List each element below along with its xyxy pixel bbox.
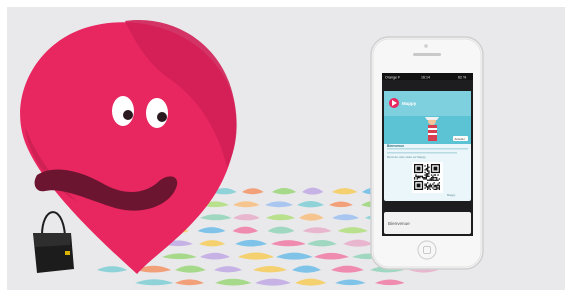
pebble: [253, 266, 288, 273]
pebble: [199, 240, 226, 247]
iphone-device: [370, 36, 484, 270]
pebble: [332, 188, 358, 195]
pebble: [97, 266, 128, 273]
pebble: [307, 240, 337, 247]
pebble: [215, 278, 252, 286]
pebble: [232, 226, 259, 234]
pebble: [343, 239, 373, 247]
pebble: [272, 187, 297, 195]
welcome-text: Merci de votre visite sur Mappy.: [387, 155, 426, 159]
pebble: [197, 227, 226, 234]
pebble: [292, 265, 321, 273]
status-time: 16:14: [421, 76, 430, 80]
pebble: [200, 252, 230, 260]
pebble: [238, 252, 274, 260]
pebble: [314, 252, 349, 260]
pebble: [233, 201, 260, 208]
pebble: [337, 227, 368, 234]
notification-text: Bienvenue: [388, 221, 410, 226]
pebble: [271, 240, 306, 247]
pass-badge: Accéder: [455, 137, 465, 141]
promo-illustration: Orange F 16:14 62 % Mappy Accéder Bienve…: [7, 7, 565, 290]
pebble: [302, 227, 332, 234]
pebble: [375, 279, 405, 286]
pebble: [255, 278, 291, 286]
pebble: [200, 214, 232, 221]
qr-caption: Mappy: [447, 193, 456, 197]
pebble: [214, 266, 243, 273]
map-pin-mascot: [20, 20, 237, 275]
pebble: [233, 213, 260, 221]
pebble: [335, 279, 366, 286]
pebble: [295, 278, 327, 286]
pebble: [331, 265, 364, 273]
pebble: [234, 239, 268, 247]
welcome-heading: Bienvenue: [387, 144, 404, 148]
status-carrier: Orange F: [385, 76, 401, 80]
pebble: [267, 226, 295, 234]
pebble: [135, 279, 174, 286]
status-battery: 62 %: [458, 76, 467, 80]
pebble: [265, 201, 294, 208]
pebble: [162, 253, 197, 260]
pebble: [329, 201, 353, 208]
home-button[interactable]: [417, 240, 437, 260]
handbag-icon: [33, 233, 74, 273]
pebble: [332, 214, 360, 221]
pebble: [302, 187, 324, 195]
pebble: [242, 188, 264, 195]
pebble: [175, 265, 206, 273]
pass-brand: Mappy: [402, 101, 417, 106]
pebble: [297, 201, 325, 208]
pebble: [299, 213, 324, 221]
pebble: [175, 279, 205, 286]
pebble: [276, 252, 313, 260]
pebble: [266, 214, 296, 221]
